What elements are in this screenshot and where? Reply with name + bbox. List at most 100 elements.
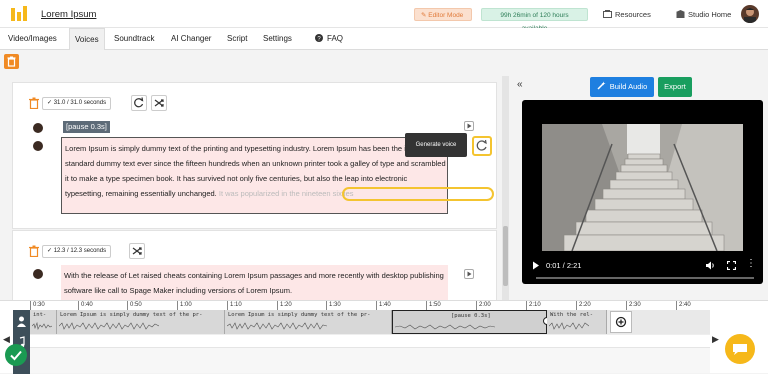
horizontal-scrollbar[interactable] xyxy=(30,347,710,373)
track-segment[interactable]: Lorem Ipsum is simply dummy text of the … xyxy=(225,310,392,334)
track-segment[interactable]: Lorem Ipsum is simply dummy text of the … xyxy=(57,310,225,334)
tick-label: 0:30 xyxy=(30,301,45,310)
resources-link[interactable]: Resources xyxy=(603,10,651,19)
tick-label: 2:40 xyxy=(676,301,691,310)
segment-label: Lorem Ipsum is simply dummy text of the … xyxy=(228,312,371,318)
waveform xyxy=(59,322,159,330)
play-button[interactable] xyxy=(464,121,474,131)
resources-label: Resources xyxy=(615,10,651,19)
paragraph-editor[interactable]: With the release of Let raised cheats co… xyxy=(61,265,448,300)
play-icon xyxy=(467,271,472,277)
refresh-icon xyxy=(134,97,144,108)
paragraph-editor[interactable]: Lorem Ipsum is simply dummy text of the … xyxy=(61,137,494,214)
voice-avatar[interactable] xyxy=(33,269,43,279)
shuffle-icon xyxy=(132,247,142,255)
shuffle-icon xyxy=(154,99,164,107)
tick-label: 1:30 xyxy=(326,301,341,310)
tab-settings[interactable]: Settings xyxy=(263,34,292,43)
export-button[interactable]: Export xyxy=(658,77,692,97)
collapse-panel-icon[interactable]: « xyxy=(517,79,523,90)
delete-all-button[interactable] xyxy=(4,54,19,69)
waveform xyxy=(227,322,327,330)
segment-label: With the rel- xyxy=(550,312,594,318)
more-options-icon[interactable]: ⋮ xyxy=(746,258,756,269)
paragraph-highlighted-text: It was popularized in the nineteen sixti… xyxy=(218,189,354,198)
generate-voice-button[interactable] xyxy=(472,136,492,156)
nav-tabs: Video/Images Voices Soundtrack AI Change… xyxy=(0,28,768,50)
help-icon: ? xyxy=(315,34,323,43)
track-segment[interactable]: int- xyxy=(30,310,57,334)
chat-button[interactable] xyxy=(725,334,755,364)
duration-badge: ✓ 31.0 / 31.0 seconds xyxy=(42,97,112,110)
tick-label: 0:50 xyxy=(127,301,142,310)
refresh-button[interactable] xyxy=(131,95,147,111)
volume-icon[interactable] xyxy=(706,261,716,270)
tick-label: 2:30 xyxy=(626,301,641,310)
play-icon[interactable] xyxy=(532,261,540,270)
highlight-ring xyxy=(342,187,494,201)
status-check-button[interactable] xyxy=(5,344,27,366)
voice-avatar[interactable] xyxy=(33,141,43,151)
voice-card: ✓ 12.3 / 12.3 seconds With the release o… xyxy=(12,230,497,300)
segment-label: Lorem Ipsum is simply dummy text of the … xyxy=(60,312,203,318)
app-title-link[interactable]: Lorem Ipsum xyxy=(41,9,96,20)
music-track[interactable] xyxy=(30,334,710,346)
segment-label: int- xyxy=(33,312,47,318)
voice-cards-panel: ✓ 31.0 / 31.0 seconds [pause 0.3s] Lorem… xyxy=(0,76,512,300)
scroll-right-icon[interactable]: ▶ xyxy=(712,334,719,345)
tab-video-images[interactable]: Video/Images xyxy=(8,34,57,43)
trash-icon[interactable] xyxy=(29,245,39,257)
waveform xyxy=(549,322,589,330)
video-player[interactable]: 0:01 / 2:21 ⋮ xyxy=(522,100,763,284)
play-button[interactable] xyxy=(464,269,474,279)
waveform xyxy=(32,322,52,330)
tab-soundtrack[interactable]: Soundtrack xyxy=(114,34,154,43)
tick-label: 2:00 xyxy=(476,301,491,310)
track-segment[interactable]: With the rel- xyxy=(547,310,607,334)
trash-icon xyxy=(7,56,16,67)
person-icon xyxy=(17,316,26,327)
home-icon xyxy=(676,10,685,18)
editor-mode-badge[interactable]: ✎ Editor Mode xyxy=(414,8,472,21)
preview-panel: « Build Audio Export 0:01 / 2:21 ⋮ xyxy=(512,76,768,300)
video-time: 0:01 / 2:21 xyxy=(546,261,582,270)
video-progress-bar[interactable] xyxy=(536,277,754,279)
chat-icon xyxy=(733,344,747,355)
pause-tag[interactable]: [pause 0.3s] xyxy=(63,121,110,133)
magic-wand-icon xyxy=(597,81,606,90)
tab-script[interactable]: Script xyxy=(227,34,247,43)
tab-voices[interactable]: Voices xyxy=(69,28,105,50)
fullscreen-icon[interactable] xyxy=(727,261,736,270)
tab-faq[interactable]: ? FAQ xyxy=(315,34,343,43)
segment-label: [pause 0.3s] xyxy=(451,313,491,319)
regenerate-icon xyxy=(476,139,487,151)
studio-home-link[interactable]: Studio Home xyxy=(676,10,731,19)
tick-label: 2:20 xyxy=(576,301,591,310)
user-avatar[interactable] xyxy=(741,5,759,23)
tick-label: 0:40 xyxy=(78,301,93,310)
video-controls: 0:01 / 2:21 ⋮ xyxy=(522,254,763,284)
shuffle-button[interactable] xyxy=(151,95,167,111)
hours-available-badge: 99h 26min of 120 hours available xyxy=(481,8,588,32)
voice-avatar[interactable] xyxy=(33,123,43,133)
add-segment-button[interactable] xyxy=(610,311,632,333)
tab-faq-label: FAQ xyxy=(327,34,344,43)
duration-badge: ✓ 12.3 / 12.3 seconds xyxy=(42,245,112,258)
build-audio-button[interactable]: Build Audio xyxy=(590,77,654,97)
duration-text: 31.0 / 31.0 seconds xyxy=(53,100,107,106)
generate-voice-tooltip: Generate voice xyxy=(405,133,467,157)
tab-ai-changer[interactable]: AI Changer xyxy=(171,34,211,43)
trash-icon[interactable] xyxy=(29,97,39,109)
track-segment-selected[interactable]: [pause 0.3s] xyxy=(392,310,547,334)
logo-icon xyxy=(11,6,27,21)
tick-label: 1:40 xyxy=(376,301,391,310)
voice-track: int- Lorem Ipsum is simply dummy text of… xyxy=(30,310,710,334)
shuffle-button[interactable] xyxy=(129,243,145,259)
timeline: 0:30 0:40 0:50 1:00 1:10 1:20 1:30 1:40 … xyxy=(0,300,768,374)
add-circle-icon xyxy=(615,316,627,328)
vertical-scrollbar[interactable] xyxy=(502,76,509,300)
scroll-thumb[interactable] xyxy=(503,226,508,286)
video-frame xyxy=(542,124,743,251)
paragraph-text[interactable]: With the release of Let raised cheats co… xyxy=(64,268,446,298)
checkmark-icon xyxy=(10,350,22,361)
